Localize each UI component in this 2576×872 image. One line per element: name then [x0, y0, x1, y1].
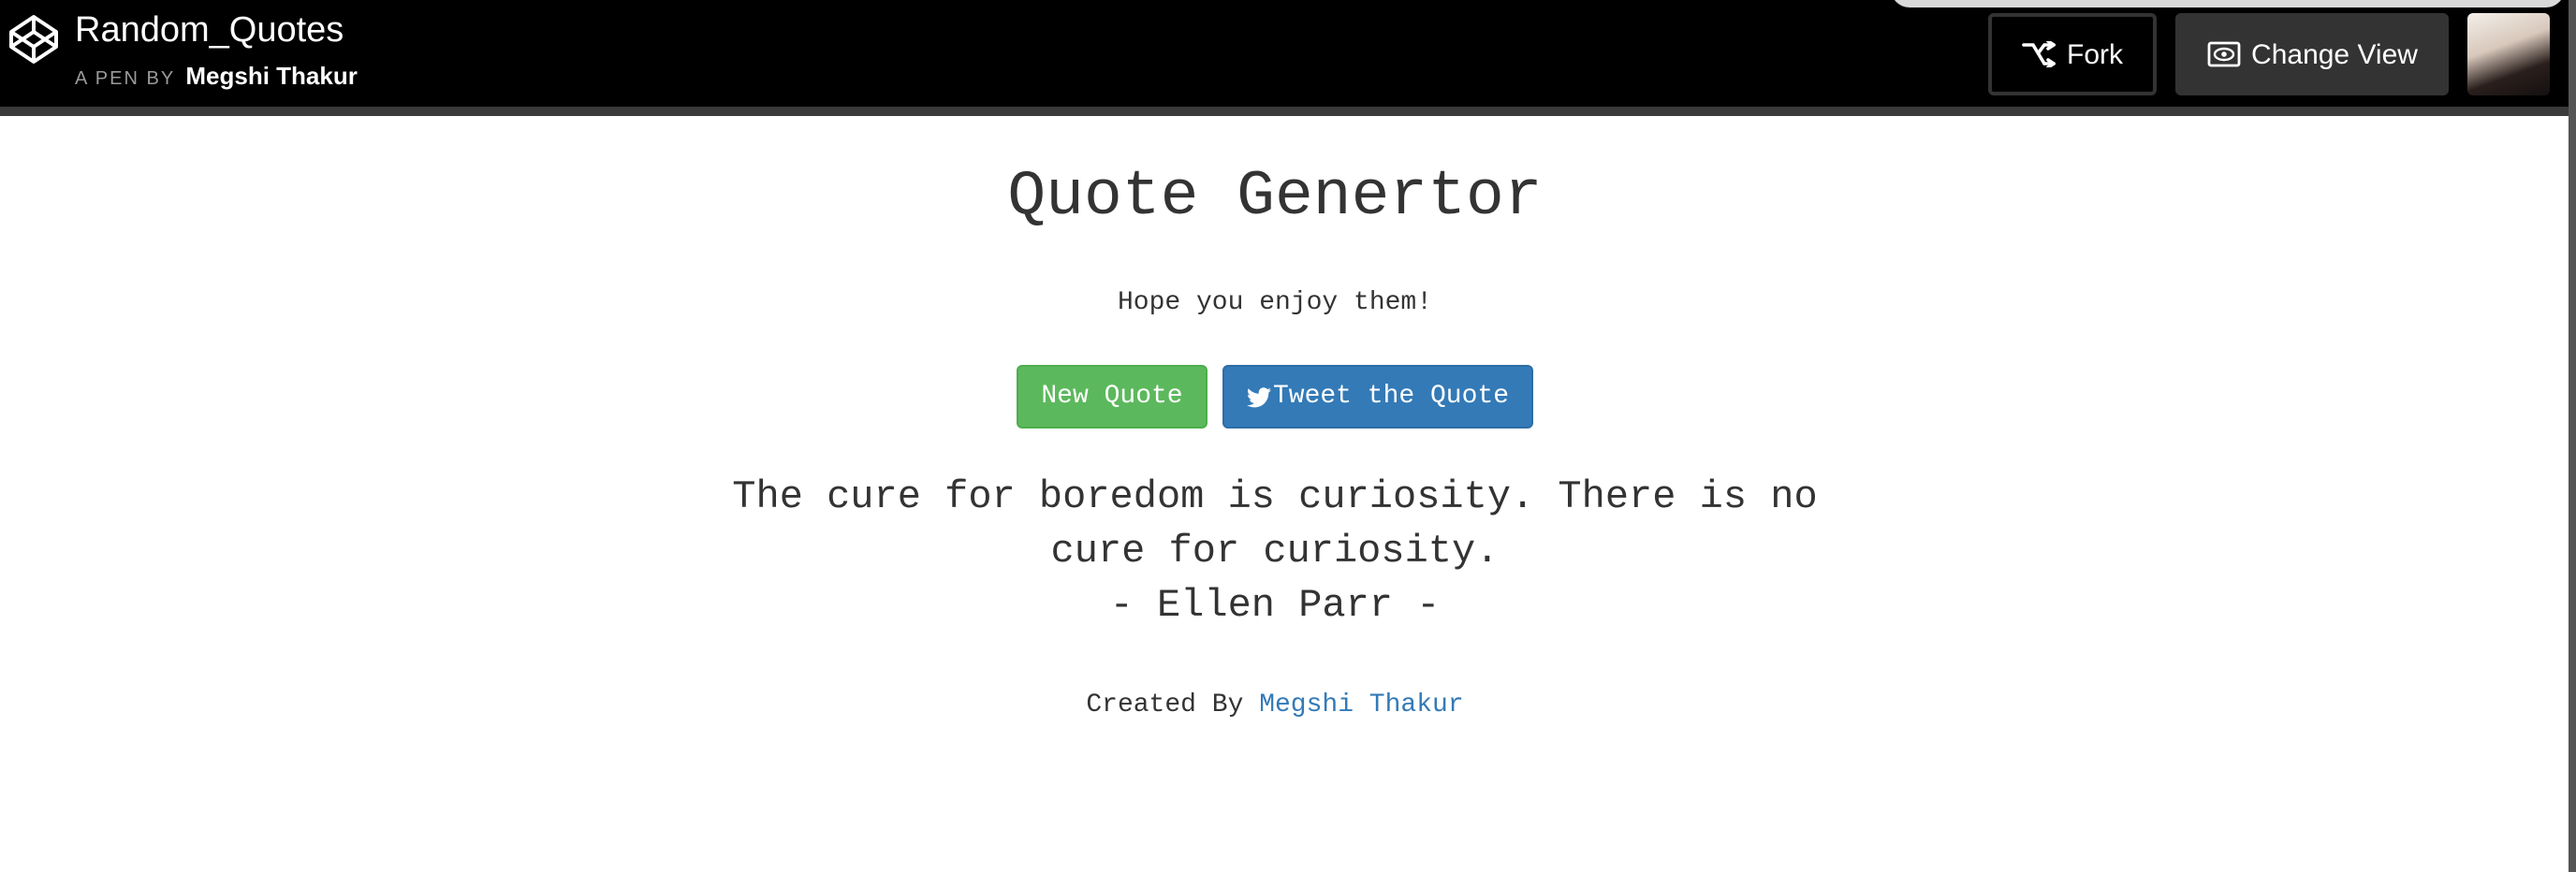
new-quote-button[interactable]: New Quote: [1017, 365, 1208, 429]
user-avatar[interactable]: [2467, 13, 2550, 95]
page-title: Quote Genertor: [1007, 163, 1543, 234]
fork-button[interactable]: Fork: [1988, 13, 2157, 95]
header-decorative-edge: [1891, 0, 2565, 7]
window-scroll-edge: [2569, 0, 2576, 872]
page-subtitle: Hope you enjoy them!: [1117, 288, 1433, 318]
pen-author-link[interactable]: Megshi Thakur: [185, 62, 358, 90]
pen-title[interactable]: Random_Quotes: [75, 9, 344, 54]
credit-prefix: Created By: [1086, 690, 1244, 720]
eye-icon: [2206, 41, 2240, 67]
page-root: Random_Quotes A PEN BY Megshi Thakur For…: [0, 0, 2576, 872]
codepen-header-bar: Random_Quotes A PEN BY Megshi Thakur For…: [0, 0, 2576, 116]
change-view-button[interactable]: Change View: [2175, 13, 2449, 95]
fork-icon: [2022, 41, 2056, 67]
twitter-bird-icon: [1246, 386, 1271, 407]
action-buttons: New Quote Tweet the Quote: [1017, 365, 1533, 429]
change-view-label: Change View: [2251, 38, 2418, 70]
credit-line: Created By Megshi Thakur: [0, 687, 2550, 724]
quote-author: - Ellen Parr -: [1109, 586, 1441, 629]
codepen-logo-icon[interactable]: [7, 13, 60, 65]
credit-author-link[interactable]: Megshi Thakur: [1259, 690, 1463, 720]
tweet-quote-button[interactable]: Tweet the Quote: [1222, 365, 1533, 429]
fork-label: Fork: [2067, 38, 2123, 70]
pen-by-label: A PEN BY: [75, 69, 175, 90]
tweet-label: Tweet the Quote: [1272, 382, 1510, 412]
pen-byline: A PEN BY Megshi Thakur: [75, 62, 358, 94]
quote-text: The cure for boredom is curiosity. There…: [732, 477, 1818, 574]
